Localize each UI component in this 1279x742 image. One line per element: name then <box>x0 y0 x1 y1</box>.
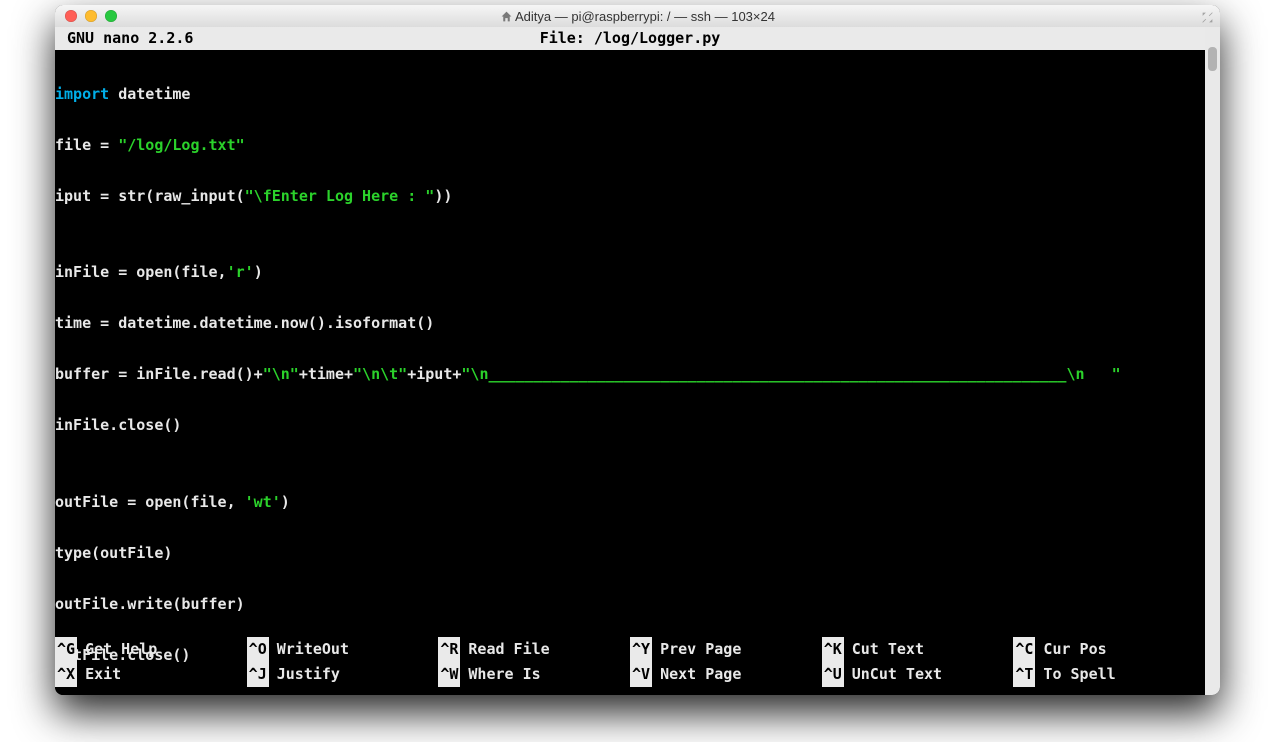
titlebar[interactable]: Aditya — pi@raspberrypi: / — ssh — 103×2… <box>55 5 1220 28</box>
terminal-area[interactable]: GNU nano 2.2.6 File: /log/Logger.py impo… <box>55 27 1220 695</box>
token-text: )) <box>434 187 452 205</box>
shortcut-key: ^V <box>630 662 652 687</box>
window-title: Aditya — pi@raspberrypi: / — ssh — 103×2… <box>55 9 1220 24</box>
shortcut-justify[interactable]: ^J Justify <box>247 662 439 687</box>
shortcut-row: ^G Get Help ^O WriteOut ^R Read File ^Y Prev… <box>55 637 1205 662</box>
shortcut-label: Read File <box>468 637 549 662</box>
shortcut-get-help[interactable]: ^G Get Help <box>55 637 247 662</box>
shortcut-label: Next Page <box>660 662 741 687</box>
shortcut-key: ^O <box>247 637 269 662</box>
shortcut-key: ^Y <box>630 637 652 662</box>
zoom-button[interactable] <box>105 10 117 22</box>
code-line: outFile.write(buffer) <box>55 592 1205 618</box>
shortcut-label: Cur Pos <box>1043 637 1106 662</box>
nano-file-label: File: /log/Logger.py <box>55 27 1205 50</box>
shortcut-cur-pos[interactable]: ^C Cur Pos <box>1013 637 1205 662</box>
shortcut-key: ^U <box>822 662 844 687</box>
token-string: "\fEnter Log Here : " <box>245 187 435 205</box>
token-text: ) <box>281 493 290 511</box>
nano-header: GNU nano 2.2.6 File: /log/Logger.py <box>55 27 1205 50</box>
shortcut-key: ^C <box>1013 637 1035 662</box>
code-line: type(outFile) <box>55 541 1205 567</box>
shortcut-row: ^XExit ^JJustify ^WWhere Is ^VNext Page … <box>55 662 1205 687</box>
shortcut-label: Get Help <box>85 637 157 662</box>
shortcut-key: ^G <box>55 637 77 662</box>
terminal-window: Aditya — pi@raspberrypi: / — ssh — 103×2… <box>55 5 1220 695</box>
shortcut-key: ^K <box>822 637 844 662</box>
token-text: file = <box>55 136 118 154</box>
traffic-lights <box>55 10 117 22</box>
token-string: 'wt' <box>245 493 281 511</box>
shortcut-next-page[interactable]: ^V Next Page <box>630 662 822 687</box>
home-icon <box>500 10 513 23</box>
token-text: +time+ <box>299 365 353 383</box>
shortcut-label: Prev Page <box>660 637 741 662</box>
token-text: buffer = inFile.read()+ <box>55 365 263 383</box>
code-line: print("\nLog updated sucessfully!!\n") <box>55 694 1205 696</box>
shortcut-label: Exit <box>85 662 121 687</box>
code-line: import datetime <box>55 82 1205 108</box>
editor-content[interactable]: import datetime file = "/log/Log.txt" ip… <box>55 50 1205 695</box>
scrollbar[interactable] <box>1205 27 1220 695</box>
fullscreen-icon[interactable] <box>1201 9 1214 22</box>
shortcut-key: ^R <box>438 637 460 662</box>
token-text: +iput+ <box>407 365 461 383</box>
nano-shortcut-bar: ^G Get Help ^O WriteOut ^R Read File ^Y Prev… <box>55 637 1205 687</box>
token-string: "\n\t" <box>353 365 407 383</box>
shortcut-label: UnCut Text <box>852 662 942 687</box>
shortcut-exit[interactable]: ^X Exit <box>55 662 247 687</box>
token-text: inFile = open(file, <box>55 263 227 281</box>
window-title-text: Aditya — pi@raspberrypi: / — ssh — 103×2… <box>515 9 775 24</box>
token-text: datetime <box>109 85 190 103</box>
shortcut-label: WriteOut <box>277 637 349 662</box>
shortcut-key: ^X <box>55 662 77 687</box>
shortcut-read-file[interactable]: ^R Read File <box>438 637 630 662</box>
shortcut-label: Where Is <box>468 662 540 687</box>
shortcut-uncut-text[interactable]: ^U UnCut Text <box>822 662 1014 687</box>
code-line: outFile = open(file, 'wt') <box>55 490 1205 516</box>
code-line: file = "/log/Log.txt" <box>55 133 1205 159</box>
shortcut-key: ^W <box>438 662 460 687</box>
code-line: time = datetime.datetime.now().isoformat… <box>55 311 1205 337</box>
shortcut-key: ^J <box>247 662 269 687</box>
token-string: "\n" <box>263 365 299 383</box>
close-button[interactable] <box>65 10 77 22</box>
token-keyword: import <box>55 85 109 103</box>
shortcut-label: Justify <box>277 662 340 687</box>
code-line: inFile = open(file,'r') <box>55 260 1205 286</box>
token-string: "/log/Log.txt" <box>118 136 244 154</box>
token-string: "\n_____________________________________… <box>461 365 1120 383</box>
token-string: 'r' <box>227 263 254 281</box>
scrollbar-thumb[interactable] <box>1208 47 1217 71</box>
code-line: buffer = inFile.read()+"\n"+time+"\n\t"+… <box>55 362 1205 388</box>
token-text: iput = str(raw_input( <box>55 187 245 205</box>
shortcut-key: ^T <box>1013 662 1035 687</box>
code-line: iput = str(raw_input("\fEnter Log Here :… <box>55 184 1205 210</box>
token-text: ) <box>254 263 263 281</box>
code-line: inFile.close() <box>55 413 1205 439</box>
shortcut-label: Cut Text <box>852 637 924 662</box>
shortcut-writeout[interactable]: ^O WriteOut <box>247 637 439 662</box>
minimize-button[interactable] <box>85 10 97 22</box>
shortcut-cut-text[interactable]: ^K Cut Text <box>822 637 1014 662</box>
token-text: outFile = open(file, <box>55 493 245 511</box>
shortcut-to-spell[interactable]: ^T To Spell <box>1013 662 1205 687</box>
shortcut-prev-page[interactable]: ^Y Prev Page <box>630 637 822 662</box>
shortcut-label: To Spell <box>1043 662 1115 687</box>
shortcut-where-is[interactable]: ^W Where Is <box>438 662 630 687</box>
